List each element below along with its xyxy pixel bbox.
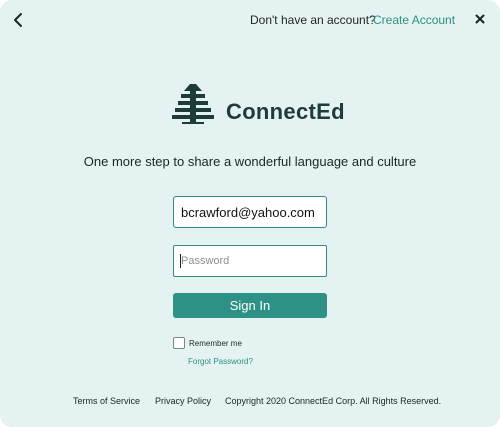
remember-me-checkbox[interactable]: Remember me [173, 337, 242, 349]
create-account-link[interactable]: Create Account [373, 13, 455, 27]
terms-of-service-link[interactable]: Terms of Service [73, 396, 140, 406]
text-cursor [180, 254, 181, 268]
tagline: One more step to share a wonderful langu… [83, 154, 417, 169]
copyright-notice: Copyright 2020 ConnectEd Corp. All Right… [225, 396, 442, 406]
chevron-left-icon [14, 13, 22, 27]
close-button[interactable] [471, 10, 489, 28]
sign-in-button[interactable]: Sign In [173, 293, 327, 318]
password-field[interactable] [173, 245, 327, 277]
brand-name: ConnectEd [226, 99, 345, 124]
remember-me-label: Remember me [189, 338, 242, 348]
login-window: Don't have an account? Create Account Co… [0, 0, 500, 427]
email-field[interactable] [173, 196, 327, 228]
forgot-password-link[interactable]: Forgot Password? [188, 357, 253, 366]
privacy-policy-link[interactable]: Privacy Policy [155, 396, 211, 406]
brand-logo: ConnectEd [170, 84, 345, 126]
back-button[interactable] [8, 9, 28, 31]
pine-tree-logo-icon [172, 84, 214, 124]
no-account-prompt: Don't have an account? [250, 13, 376, 27]
close-icon [475, 14, 485, 24]
checkbox-box[interactable] [173, 337, 185, 349]
